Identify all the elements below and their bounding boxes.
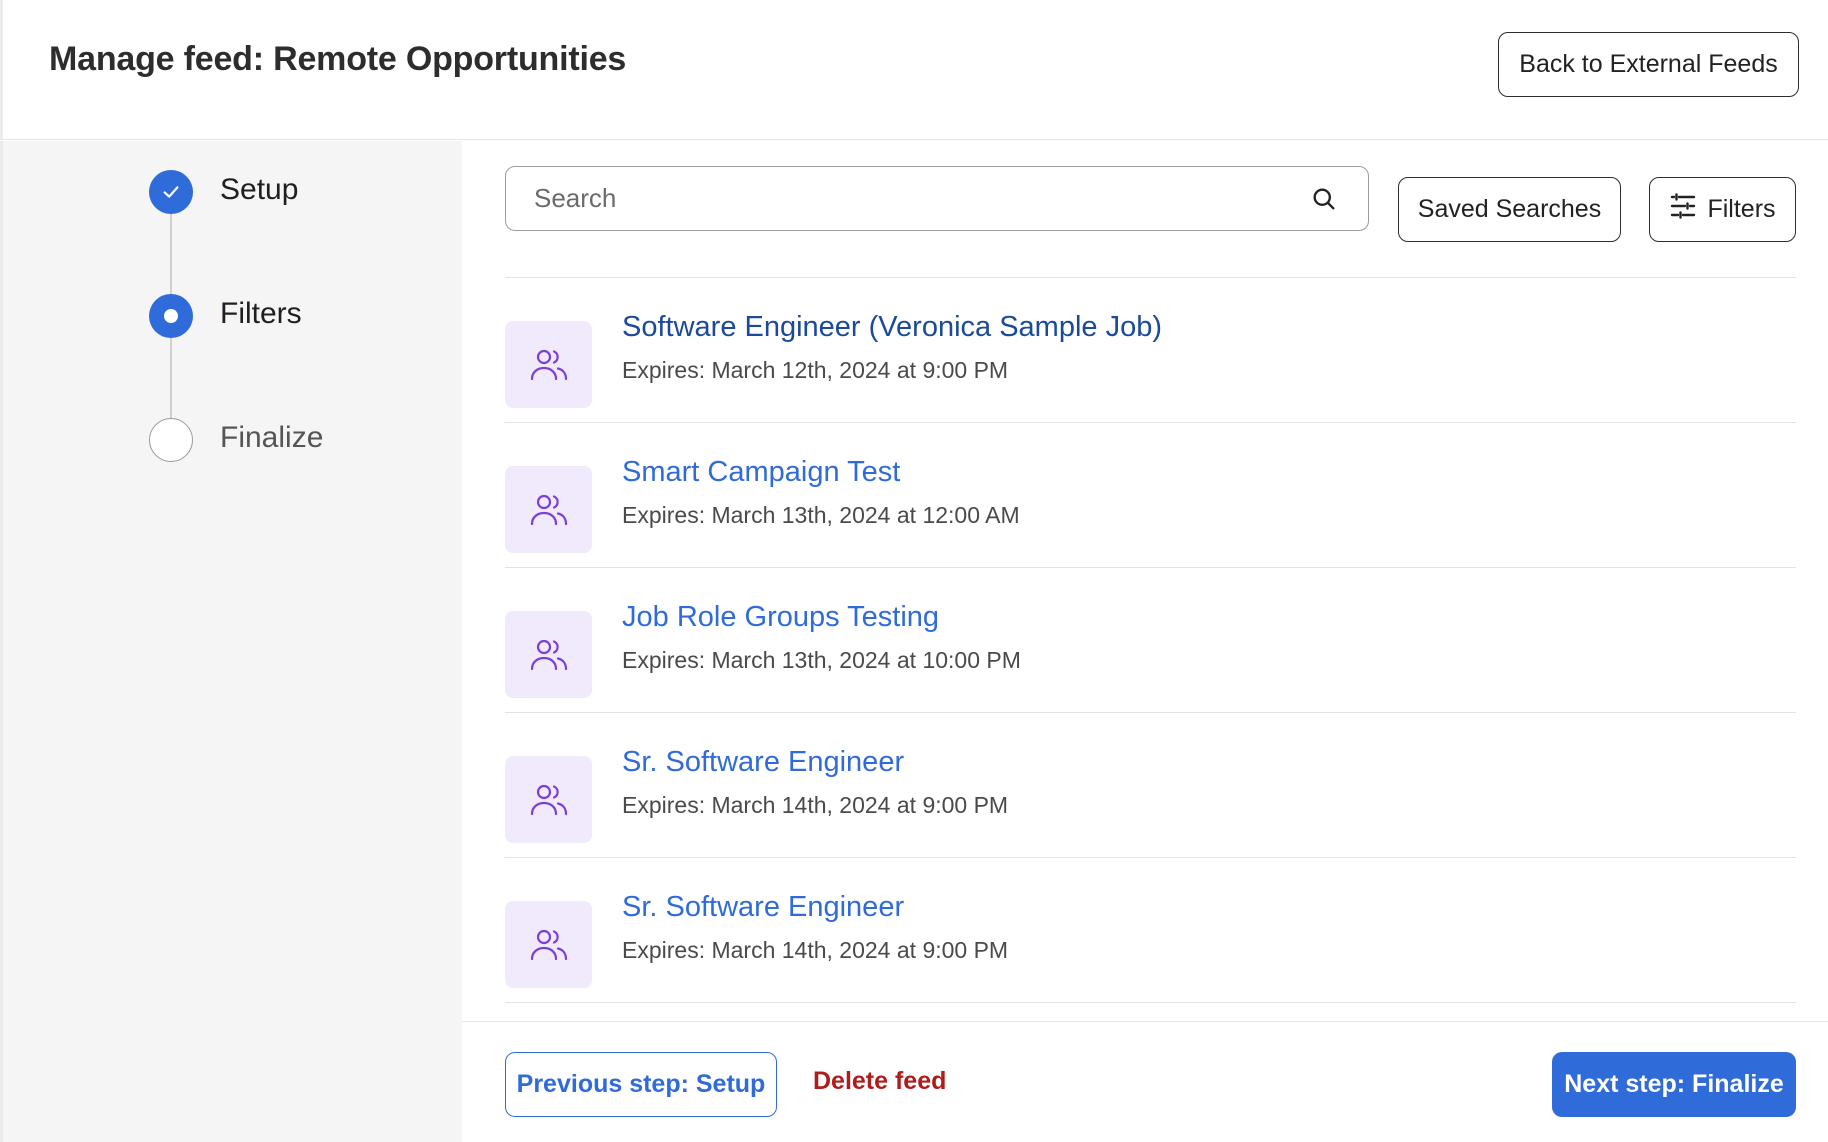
back-to-external-feeds-button[interactable]: Back to External Feeds	[1498, 32, 1799, 97]
step-label-setup[interactable]: Setup	[220, 173, 298, 207]
job-expires: Expires: March 14th, 2024 at 9:00 PM	[622, 792, 1009, 818]
users-icon	[505, 611, 592, 698]
previous-step-button[interactable]: Previous step: Setup	[505, 1052, 777, 1117]
step-current-dot-icon	[149, 294, 193, 338]
stepper-sidebar: Setup Filters Finalize	[0, 141, 462, 1142]
job-title-link[interactable]: Sr. Software Engineer	[622, 891, 904, 924]
users-icon	[505, 466, 592, 553]
search-input[interactable]	[534, 167, 1294, 229]
users-icon	[505, 901, 592, 988]
job-title-link[interactable]: Sr. Software Engineer	[622, 746, 904, 779]
job-expires: Expires: March 14th, 2024 at 9:00 PM	[622, 937, 1009, 963]
footer-actions: Previous step: Setup Delete feed Next st…	[462, 1021, 1828, 1142]
job-expires: Expires: March 13th, 2024 at 10:00 PM	[622, 647, 1021, 673]
users-icon	[505, 756, 592, 843]
list-item: Job Role Groups Testing Expires: March 1…	[505, 568, 1796, 713]
sliders-icon	[1669, 193, 1697, 226]
search-icon[interactable]	[1310, 185, 1338, 213]
job-title-link[interactable]: Smart Campaign Test	[622, 456, 900, 489]
job-list: Software Engineer (Veronica Sample Job) …	[505, 278, 1796, 1003]
step-done-check-icon	[149, 170, 193, 214]
page-title: Manage feed: Remote Opportunities	[49, 40, 627, 78]
list-item: Smart Campaign Test Expires: March 13th,…	[505, 423, 1796, 568]
page: Manage feed: Remote Opportunities Back t…	[0, 0, 1828, 1142]
filters-button-label: Filters	[1707, 195, 1776, 223]
users-icon	[505, 321, 592, 408]
delete-feed-link[interactable]: Delete feed	[813, 1067, 946, 1096]
job-title-link[interactable]: Job Role Groups Testing	[622, 601, 939, 634]
search-field[interactable]	[505, 166, 1369, 231]
list-item: Sr. Software Engineer Expires: March 14t…	[505, 858, 1796, 1003]
job-expires: Expires: March 13th, 2024 at 12:00 AM	[622, 502, 1020, 528]
step-pending-circle-icon	[149, 418, 193, 462]
list-item: Software Engineer (Veronica Sample Job) …	[505, 278, 1796, 423]
job-title-link[interactable]: Software Engineer (Veronica Sample Job)	[622, 311, 1162, 344]
saved-searches-button[interactable]: Saved Searches	[1398, 177, 1621, 242]
filters-button[interactable]: Filters	[1649, 177, 1796, 242]
step-label-finalize[interactable]: Finalize	[220, 421, 323, 455]
step-label-filters[interactable]: Filters	[220, 297, 302, 331]
list-item: Sr. Software Engineer Expires: March 14t…	[505, 713, 1796, 858]
page-header: Manage feed: Remote Opportunities Back t…	[0, 0, 1828, 140]
job-expires: Expires: March 12th, 2024 at 9:00 PM	[622, 357, 1009, 383]
main-content: Saved Searches Filters Softwa	[462, 141, 1828, 1142]
next-step-button[interactable]: Next step: Finalize	[1552, 1052, 1796, 1117]
